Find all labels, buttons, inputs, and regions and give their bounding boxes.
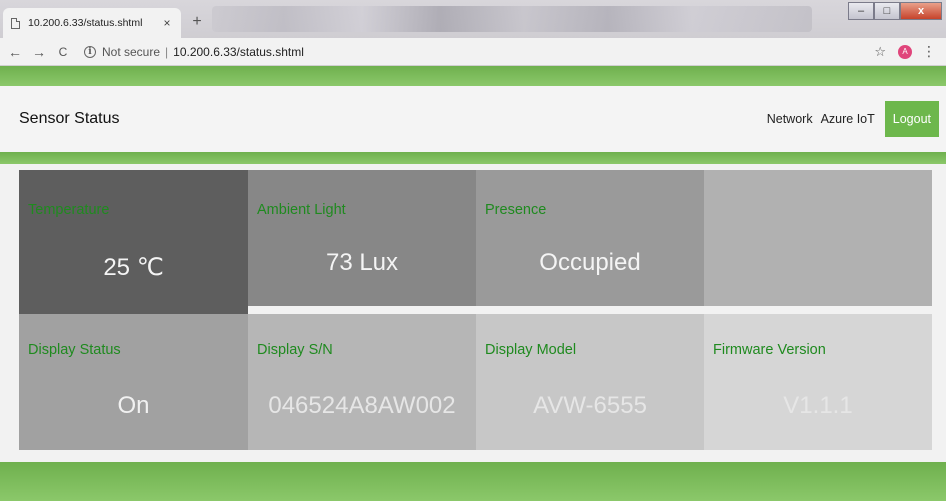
profile-avatar[interactable]: A (898, 44, 912, 59)
tile-empty (704, 170, 932, 306)
minimize-button[interactable]: – (848, 2, 874, 20)
bookmark-star-icon[interactable]: ☆ (874, 44, 886, 60)
maximize-button[interactable]: □ (874, 2, 900, 20)
tab-title: 10.200.6.33/status.shtml (28, 17, 143, 29)
tile-value: 046524A8AW002 (268, 392, 456, 419)
tile-display-sn: Display S/N 046524A8AW002 (248, 314, 476, 450)
window-controls: – □ x (848, 2, 942, 20)
tab-close-icon[interactable]: × (161, 16, 173, 30)
tile-value: AVW-6555 (533, 392, 647, 419)
browser-tab[interactable]: 10.200.6.33/status.shtml × (3, 8, 181, 38)
omnibox[interactable]: i Not secure | 10.200.6.33/status.shtml (84, 45, 874, 59)
page-icon (11, 17, 20, 29)
url-text[interactable]: 10.200.6.33/status.shtml (173, 45, 304, 59)
tile-label: Presence (485, 202, 547, 218)
separator: | (165, 44, 169, 59)
forward-icon[interactable]: → (30, 44, 48, 60)
other-tabs[interactable] (212, 6, 812, 32)
logout-button[interactable]: Logout (884, 101, 939, 137)
back-icon[interactable]: ← (6, 44, 24, 60)
tile-label: Display S/N (257, 342, 333, 358)
nav-azure-iot[interactable]: Azure IoT (821, 112, 875, 126)
top-green-band (0, 66, 946, 86)
tile-value: 73 Lux (325, 249, 399, 276)
tile-label: Display Model (485, 342, 577, 358)
browser-menu-icon[interactable]: ⋮ (922, 43, 936, 60)
tile-presence: Presence Occupied (476, 170, 704, 306)
tile-value: 25 ℃ (103, 254, 164, 281)
tile-label: Display Status (28, 342, 121, 358)
nav-network[interactable]: Network (767, 112, 813, 126)
tile-value: V1.1.1 (783, 392, 853, 419)
tile-temperature: Temperature 25 ℃ (19, 170, 248, 314)
header-nav: Network Azure IoT Logout (767, 101, 946, 137)
tile-display-model: Display Model AVW-6555 (476, 314, 704, 450)
tile-display-status: Display Status On (19, 314, 248, 450)
bottom-green-band (0, 462, 946, 501)
not-secure-label: Not secure (102, 44, 161, 59)
page-title: Sensor Status (19, 110, 120, 127)
tile-label: Temperature (28, 202, 110, 218)
close-window-button[interactable]: x (900, 2, 942, 20)
tile-firmware-version: Firmware Version V1.1.1 (704, 314, 932, 450)
address-bar: ← → C i Not secure | 10.200.6.33/status.… (0, 38, 946, 66)
tile-value: Occupied (539, 249, 641, 276)
reload-icon[interactable]: C (54, 45, 72, 59)
tile-value: On (117, 392, 150, 419)
browser-tab-bar: 10.200.6.33/status.shtml × + – □ x (0, 0, 946, 38)
tile-label: Firmware Version (713, 342, 826, 358)
sensor-grid: Temperature 25 ℃ Ambient Light 73 Lux Pr… (0, 164, 946, 462)
new-tab-button[interactable]: + (186, 12, 208, 32)
tile-label: Ambient Light (257, 202, 346, 218)
page-header: Sensor Status Network Azure IoT Logout (0, 86, 946, 152)
tile-ambient-light: Ambient Light 73 Lux (248, 170, 476, 306)
info-icon[interactable]: i (84, 45, 96, 58)
mid-green-band (0, 152, 946, 164)
